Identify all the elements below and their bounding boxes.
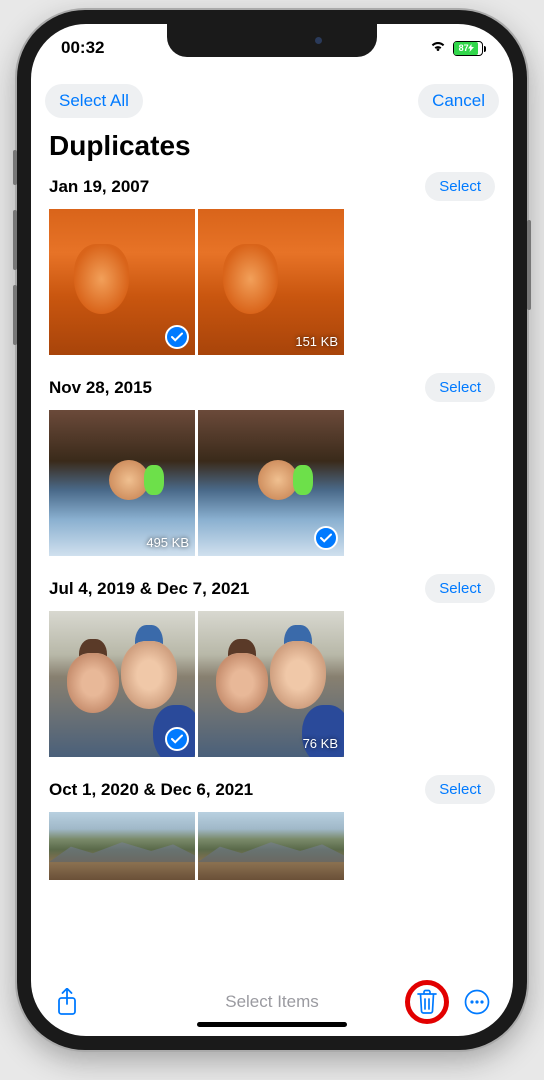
photo-size-label: 495 KB — [146, 535, 189, 550]
nav-bar: Select All Cancel — [31, 72, 513, 124]
duplicate-group: Oct 1, 2020 & Dec 6, 2021 Select — [49, 775, 495, 880]
photo-size-label: 76 KB — [303, 736, 338, 751]
volume-up-button — [13, 210, 17, 270]
group-date: Nov 28, 2015 — [49, 378, 152, 398]
home-indicator[interactable] — [197, 1022, 347, 1027]
battery-level: 87 — [454, 42, 478, 55]
front-camera — [315, 37, 322, 44]
photo-thumbnail[interactable] — [49, 209, 195, 355]
duplicate-group: Jan 19, 2007 Select 151 KB — [49, 172, 495, 355]
photo-size-label: 151 KB — [295, 334, 338, 349]
page-title: Duplicates — [31, 124, 513, 172]
photo-thumbnail[interactable]: 151 KB — [198, 209, 344, 355]
photo-image — [49, 812, 195, 880]
selected-check-icon — [165, 325, 189, 349]
notch — [167, 24, 377, 57]
photo-thumbnail[interactable] — [198, 812, 344, 880]
photo-thumbnail[interactable] — [49, 812, 195, 880]
group-date: Jul 4, 2019 & Dec 7, 2021 — [49, 579, 249, 599]
wifi-icon — [429, 38, 447, 58]
annotation-highlight-circle — [405, 980, 449, 1024]
group-select-button[interactable]: Select — [425, 373, 495, 402]
toolbar-hint: Select Items — [225, 992, 319, 1012]
more-button[interactable] — [463, 988, 491, 1016]
power-button — [527, 220, 531, 310]
select-all-button[interactable]: Select All — [45, 84, 143, 118]
photo-thumbnail[interactable] — [49, 611, 195, 757]
silence-switch — [13, 150, 17, 185]
trash-button[interactable] — [413, 988, 441, 1016]
photo-thumbnail[interactable]: 495 KB — [49, 410, 195, 556]
share-button[interactable] — [53, 988, 81, 1016]
group-date: Jan 19, 2007 — [49, 177, 149, 197]
phone-frame: 00:32 87 Select All Cancel Duplicates — [17, 10, 527, 1050]
photo-image — [198, 812, 344, 880]
cancel-button[interactable]: Cancel — [418, 84, 499, 118]
duplicate-group: Jul 4, 2019 & Dec 7, 2021 Select 76 KB — [49, 574, 495, 757]
group-select-button[interactable]: Select — [425, 172, 495, 201]
photo-thumbnail[interactable]: 76 KB — [198, 611, 344, 757]
volume-down-button — [13, 285, 17, 345]
group-date: Oct 1, 2020 & Dec 6, 2021 — [49, 780, 253, 800]
group-select-button[interactable]: Select — [425, 574, 495, 603]
photo-thumbnail[interactable] — [198, 410, 344, 556]
duplicate-group: Nov 28, 2015 Select 495 KB — [49, 373, 495, 556]
group-select-button[interactable]: Select — [425, 775, 495, 804]
battery-icon: 87 — [453, 41, 483, 56]
selected-check-icon — [314, 526, 338, 550]
selected-check-icon — [165, 727, 189, 751]
screen: 00:32 87 Select All Cancel Duplicates — [31, 24, 513, 1036]
status-time: 00:32 — [61, 38, 104, 58]
content[interactable]: Jan 19, 2007 Select 151 KB — [31, 172, 513, 974]
